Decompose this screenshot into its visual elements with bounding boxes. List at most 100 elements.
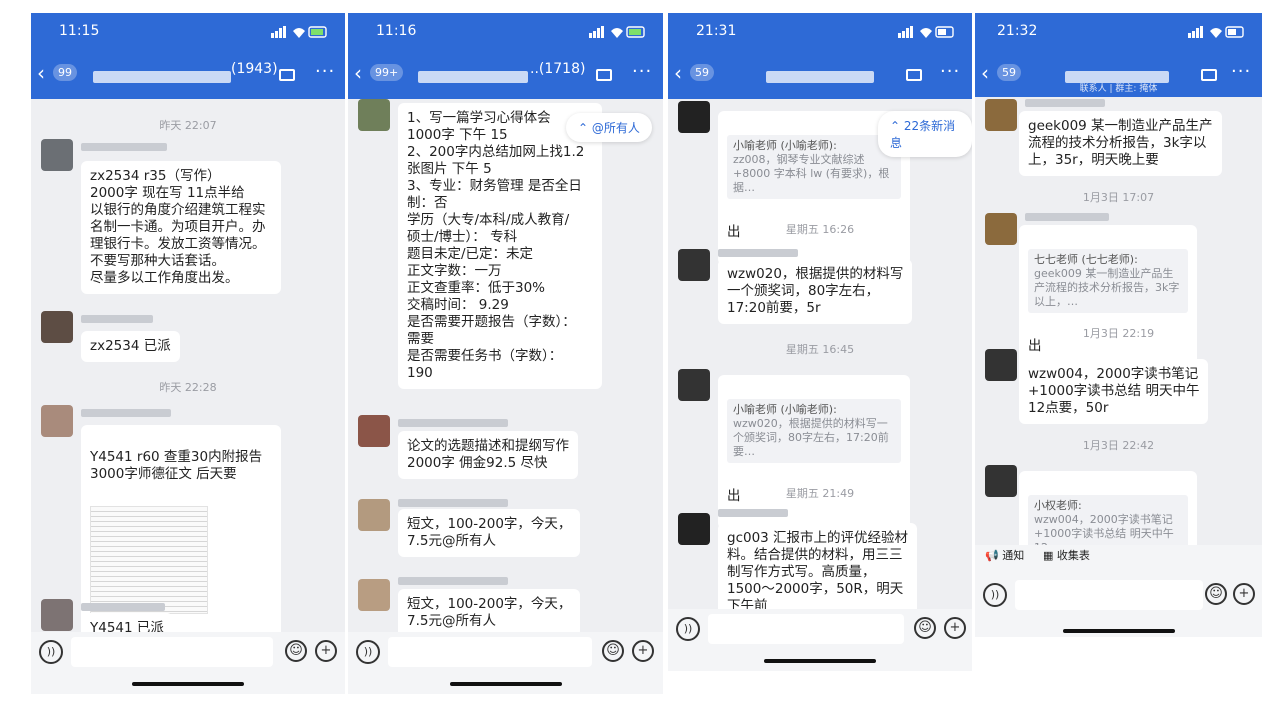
status-bar: 21:31: [668, 13, 972, 51]
quoted-text: geek009 某一制造业产品生产流程的技术分析报告，3k字以上，…: [1034, 267, 1180, 308]
avatar: [358, 99, 390, 131]
message-bubble[interactable]: Y4541 r60 查重30内附报告 3000字师德征文 后天要: [81, 425, 281, 632]
message-bubble[interactable]: 1、写一篇学习心得体会 1000字 下午 15 2、200字内总结加网上找1.2…: [398, 103, 602, 389]
emoji-icon[interactable]: ☺: [1205, 583, 1227, 605]
form-shortcut[interactable]: ▦ 收集表: [1043, 547, 1090, 563]
sender-name-blurred: [398, 419, 508, 427]
input-bar: )) ☺ +: [668, 609, 972, 671]
video-call-icon[interactable]: [279, 69, 295, 81]
more-options-icon[interactable]: ···: [1231, 61, 1251, 82]
emoji-icon[interactable]: ☺: [914, 617, 936, 639]
phone-screen-4: 21:32 ‹ 59 ··· 联系人 | 群主: 掩体 geek009 某一制造…: [975, 13, 1262, 637]
quoted-sender: 小喻老师 (小喻老师):: [733, 139, 837, 152]
timestamp: 星期五 16:26: [785, 223, 855, 236]
video-call-icon[interactable]: [596, 69, 612, 81]
avatar: [985, 465, 1017, 497]
timestamp: 1月3日 22:19: [1082, 327, 1155, 340]
message-bubble[interactable]: 短文，100-200字，今天， 7.5元@所有人: [398, 509, 581, 557]
timestamp: 昨天 22:28: [159, 381, 217, 394]
notice-shortcut[interactable]: 📢 通知: [985, 547, 1024, 563]
plus-icon[interactable]: +: [944, 617, 966, 639]
message-list[interactable]: 昨天 22:07 zx2534 r35（写作） 2000字 现在写 11点半给 …: [31, 99, 345, 632]
status-time: 11:16: [376, 23, 417, 39]
message-bubble[interactable]: 小喻老师 (小喻老师): wzw020，根据提供的材料写一个颁奖词，80字左右，…: [718, 375, 910, 529]
timestamp: 昨天 22:07: [159, 119, 217, 132]
message-text: Y4541 r60 查重30内附报告 3000字师德征文 后天要: [90, 449, 263, 482]
unread-badge: 99+: [370, 64, 404, 81]
member-count: (1943): [231, 61, 278, 77]
message-input[interactable]: [708, 614, 904, 644]
home-indicator: [764, 659, 876, 663]
timestamp: 1月3日 17:07: [1082, 191, 1155, 204]
signal-wifi-battery-icon: [271, 26, 327, 38]
input-bar: )) ☺ +: [31, 632, 345, 694]
mention-label: @所有人: [591, 121, 640, 135]
unread-badge: 59: [997, 64, 1021, 81]
plus-icon[interactable]: +: [632, 640, 654, 662]
message-input[interactable]: [1015, 580, 1203, 610]
message-input[interactable]: [71, 637, 273, 667]
avatar: [678, 369, 710, 401]
message-bubble[interactable]: Y4541 已派: [81, 613, 173, 632]
message-input[interactable]: [388, 637, 592, 667]
message-bubble[interactable]: geek009 某一制造业产品生产 流程的技术分析报告，3k字以 上，35r，明…: [1019, 111, 1222, 176]
home-indicator: [1063, 629, 1175, 633]
signal-wifi-battery-icon: [898, 26, 954, 38]
message-bubble[interactable]: gc003 汇报市上的评优经验材 料。结合提供的材料，用三三 制写作方式写。高质…: [718, 523, 918, 609]
message-bubble[interactable]: 论文的选题描述和提纲写作 2000字 佣金92.5 尽快: [398, 431, 578, 479]
message-bubble[interactable]: 短文，100-200字，今天， 7.5元@所有人: [398, 589, 581, 632]
avatar: [41, 599, 73, 631]
message-list[interactable]: 小喻老师 (小喻老师): zz008，钢琴专业文献综述+8000 字本科 lw …: [668, 99, 972, 609]
message-list[interactable]: geek009 某一制造业产品生产 流程的技术分析报告，3k字以 上，35r，明…: [975, 97, 1262, 545]
timestamp: 星期五 16:45: [785, 343, 855, 356]
more-options-icon[interactable]: ···: [940, 61, 960, 82]
group-name-blurred: [418, 71, 528, 83]
voice-input-icon[interactable]: )): [676, 617, 700, 641]
plus-icon[interactable]: +: [315, 640, 337, 662]
quoted-text: wzw004，2000字读书笔记+1000字读书总结 明天中午12…: [1034, 513, 1174, 545]
new-messages-pill[interactable]: ⌃ 22条新消息: [878, 111, 972, 157]
unread-badge: 59: [690, 64, 714, 81]
plus-icon[interactable]: +: [1233, 583, 1255, 605]
message-bubble[interactable]: zx2534 已派: [81, 331, 180, 362]
sender-name-blurred: [1025, 213, 1109, 221]
input-bar: )) ☺ +: [348, 632, 663, 694]
emoji-icon[interactable]: ☺: [285, 640, 307, 662]
message-bubble[interactable]: 小权老师: wzw004，2000字读书笔记+1000字读书总结 明天中午12……: [1019, 471, 1197, 545]
group-name-blurred: [766, 71, 874, 83]
avatar: [41, 139, 73, 171]
avatar: [985, 99, 1017, 131]
avatar: [678, 249, 710, 281]
avatar: [358, 499, 390, 531]
voice-input-icon[interactable]: )): [356, 640, 380, 664]
status-time: 11:15: [59, 23, 100, 39]
avatar: [678, 101, 710, 133]
sender-name-blurred: [718, 249, 798, 257]
voice-input-icon[interactable]: )): [39, 640, 63, 664]
video-call-icon[interactable]: [1201, 69, 1217, 81]
message-bubble[interactable]: wzw020，根据提供的材料写 一个颁奖词，80字左右， 17:20前要，5r: [718, 259, 913, 324]
voice-input-icon[interactable]: )): [983, 583, 1007, 607]
group-name-blurred: [1065, 71, 1169, 83]
message-list[interactable]: 1、写一篇学习心得体会 1000字 下午 15 2、200字内总结加网上找1.2…: [348, 99, 663, 632]
message-bubble[interactable]: 七七老师 (七七老师): geek009 某一制造业产品生产流程的技术分析报告，…: [1019, 225, 1197, 379]
mention-all-pill[interactable]: ⌃ @所有人: [566, 113, 652, 142]
quoted-message: 七七老师 (七七老师): geek009 某一制造业产品生产流程的技术分析报告，…: [1028, 249, 1188, 313]
unread-badge: 99: [53, 64, 77, 81]
avatar: [678, 513, 710, 545]
sender-name-blurred: [398, 499, 508, 507]
emoji-icon[interactable]: ☺: [602, 640, 624, 662]
input-bar: 📢 通知 ▦ 收集表 )) ☺ +: [975, 545, 1262, 637]
avatar: [41, 311, 73, 343]
avatar: [985, 349, 1017, 381]
message-bubble[interactable]: wzw004，2000字读书笔记 +1000字读书总结 明天中午 12点要，50…: [1019, 359, 1209, 424]
quoted-sender: 小喻老师 (小喻老师):: [733, 403, 837, 416]
group-name-blurred: [93, 71, 231, 83]
more-options-icon[interactable]: ···: [315, 61, 335, 82]
quick-actions: 📢 通知 ▦ 收集表: [975, 547, 1262, 571]
message-bubble[interactable]: zx2534 r35（写作） 2000字 现在写 11点半给 以银行的角度介绍建…: [81, 161, 281, 294]
report-document-image[interactable]: [90, 506, 208, 614]
video-call-icon[interactable]: [906, 69, 922, 81]
avatar: [985, 213, 1017, 245]
more-options-icon[interactable]: ···: [632, 61, 652, 82]
